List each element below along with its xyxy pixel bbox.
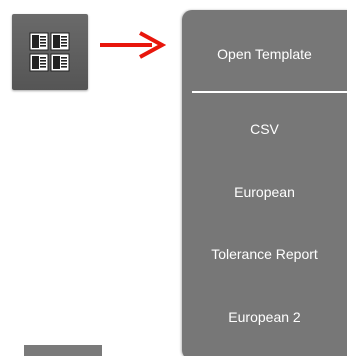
menu-item-open-template[interactable]: Open Template [182,46,347,62]
screen: Open Template CSV European Tolerance Rep… [0,0,347,356]
menu-item-csv[interactable]: CSV [182,121,347,137]
menu-divider [192,91,347,93]
menu-item-european[interactable]: European [182,184,347,200]
menu-item-tolerance-report[interactable]: Tolerance Report [182,246,347,262]
menu-item-european-2[interactable]: European 2 [182,309,347,325]
document-grid-icon [29,32,70,72]
partial-button [24,345,102,356]
template-menu-button[interactable] [12,14,88,90]
template-menu: Open Template CSV European Tolerance Rep… [182,10,347,356]
red-arrow-icon [100,31,166,59]
